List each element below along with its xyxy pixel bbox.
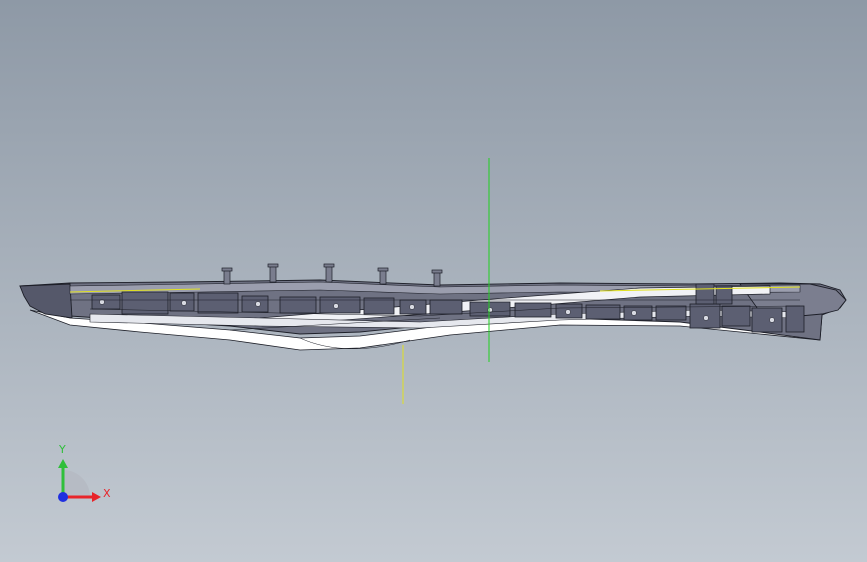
x-arrowhead-icon	[92, 492, 101, 502]
z-axis-dot-icon	[58, 492, 68, 502]
y-arrowhead-icon	[58, 459, 68, 468]
3d-viewport[interactable]: Y X	[0, 0, 867, 562]
triad-arc-icon	[63, 470, 90, 497]
triad-x-label: X	[103, 487, 111, 500]
triad-y-label: Y	[59, 443, 66, 456]
cad-model[interactable]	[0, 0, 867, 562]
front-block	[19, 283, 73, 319]
coordinate-triad	[58, 459, 101, 502]
